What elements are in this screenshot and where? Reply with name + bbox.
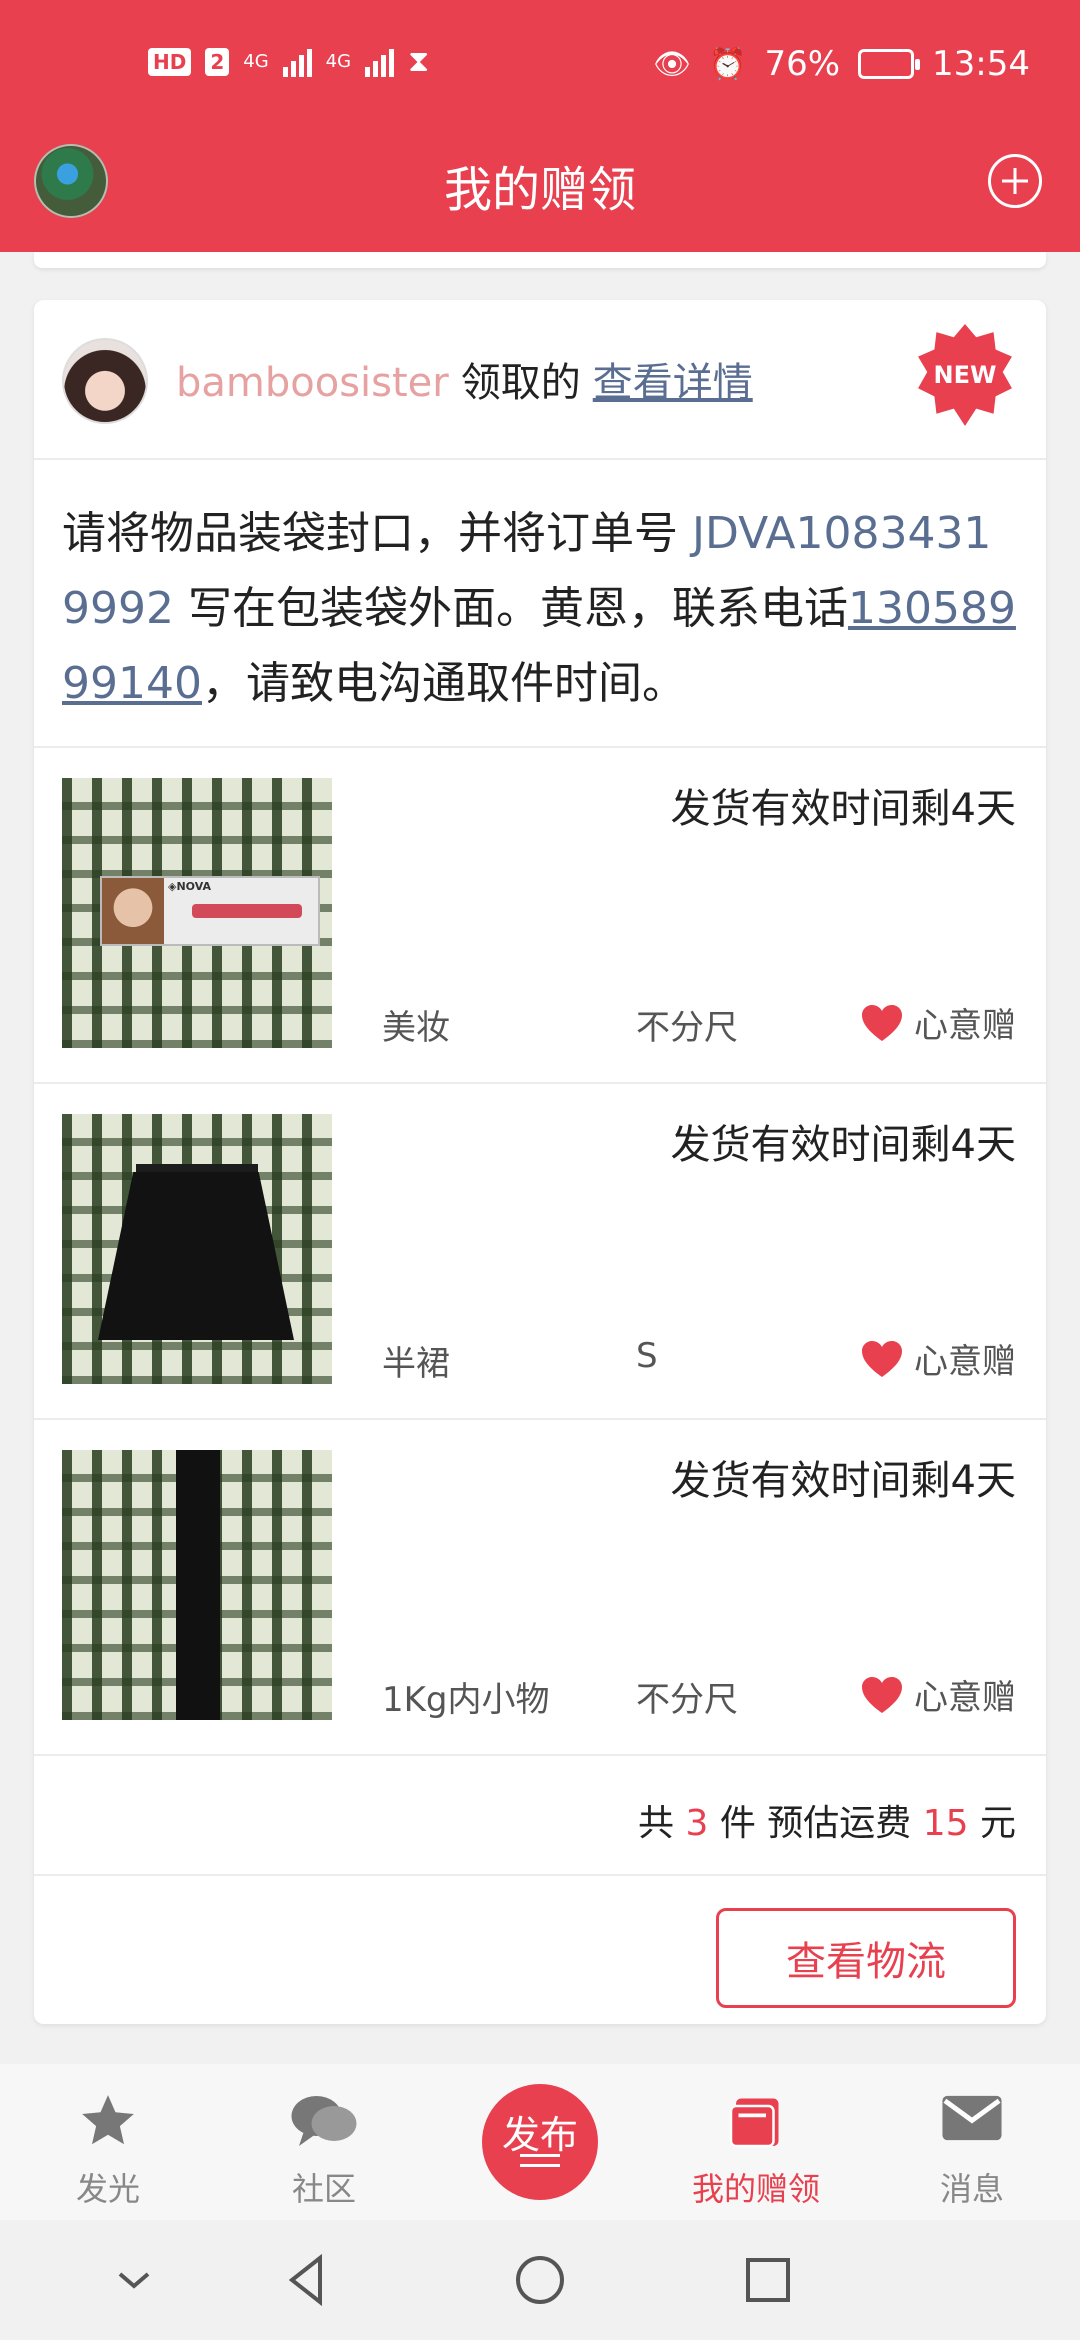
battery-percent: 76% bbox=[764, 44, 841, 84]
tab-community[interactable]: 社区 bbox=[244, 2064, 404, 2220]
bottom-tab-bar: 发光 社区 发布 我的赠领 消息 bbox=[0, 2064, 1080, 2220]
ship-deadline: 发货有效时间剩4天 bbox=[670, 786, 1016, 832]
star-icon bbox=[82, 2095, 134, 2145]
back-icon[interactable] bbox=[278, 2250, 338, 2310]
tab-my-gifts[interactable]: 我的赠领 bbox=[676, 2064, 836, 2220]
new-badge: NEW bbox=[918, 324, 1012, 426]
page-title: 我的赠领 bbox=[443, 162, 636, 218]
item-count: 3 bbox=[685, 1803, 709, 1844]
view-logistics-button[interactable]: 查看物流 bbox=[716, 1908, 1016, 2008]
previous-card-edge bbox=[34, 252, 1046, 268]
receive-action-label: 领取的 bbox=[460, 360, 581, 406]
hd-badge: HD bbox=[148, 47, 192, 76]
signal-icon bbox=[282, 47, 312, 77]
view-details-link[interactable]: 查看详情 bbox=[593, 360, 753, 406]
network-label-2: 4G bbox=[325, 51, 352, 72]
eye-icon: 👁 bbox=[652, 46, 692, 82]
sim-badge: 2 bbox=[205, 47, 230, 76]
publish-button[interactable]: 发布 bbox=[482, 2084, 598, 2200]
notice-text-2: 写在包装袋外面。黄恩，联系电话 bbox=[173, 583, 848, 634]
recents-icon[interactable] bbox=[738, 2250, 798, 2310]
receiver-username[interactable]: bamboosister bbox=[176, 360, 449, 406]
clock-time: 13:54 bbox=[932, 44, 1030, 84]
gift-type-label: 心意赠 bbox=[914, 1678, 1016, 1718]
ship-deadline: 发货有效时间剩4天 bbox=[670, 1458, 1016, 1504]
alarm-icon: ⏰ bbox=[709, 46, 747, 82]
item-size: 不分尺 bbox=[636, 1680, 738, 1720]
summary-prefix: 共 bbox=[637, 1803, 674, 1844]
app-header: HD 2 4G 4G ⧗ 👁 ⏰ 76% 13:54 我的赠领 bbox=[0, 0, 1080, 252]
notice-text-3: ，请致电沟通取件时间。 bbox=[201, 658, 686, 709]
notice-text-1: 请将物品装袋封口，并将订单号 bbox=[62, 508, 692, 559]
summary-mid: 件 预估运费 bbox=[719, 1803, 912, 1844]
home-icon[interactable] bbox=[510, 2250, 570, 2310]
tab-label: 消息 bbox=[939, 2170, 1004, 2208]
card-header: bamboosister 领取的 查看详情 NEW bbox=[34, 300, 1046, 460]
item-image-curling-iron[interactable]: ◈NOVA bbox=[62, 778, 332, 1048]
tab-label: 社区 bbox=[291, 2170, 356, 2208]
ship-deadline: 发货有效时间剩4天 bbox=[670, 1122, 1016, 1168]
publish-label: 发布 bbox=[501, 2113, 578, 2157]
order-summary: 共 3 件 预估运费 15 元 bbox=[34, 1758, 1046, 1876]
signal-icon-2 bbox=[365, 47, 395, 77]
gift-type-label: 心意赠 bbox=[914, 1006, 1016, 1046]
tab-messages[interactable]: 消息 bbox=[892, 2064, 1052, 2220]
gift-type: 心意赠 bbox=[860, 998, 1016, 1047]
network-label-1: 4G bbox=[243, 51, 269, 72]
heart-icon bbox=[862, 1676, 902, 1713]
publish-icon bbox=[520, 2154, 560, 2174]
summary-suffix: 元 bbox=[979, 1803, 1016, 1844]
gift-item[interactable]: 发货有效时间剩4天 1Kg内小物 不分尺 心意赠 bbox=[34, 1420, 1046, 1756]
chevron-down-icon[interactable] bbox=[104, 2250, 164, 2310]
system-nav-bar bbox=[0, 2220, 1080, 2340]
book-icon bbox=[729, 2098, 779, 2148]
battery-icon bbox=[858, 49, 921, 79]
card-footer: 查看物流 bbox=[34, 1878, 1046, 2024]
status-bar: HD 2 4G 4G ⧗ 👁 ⏰ 76% 13:54 bbox=[0, 38, 1080, 98]
shipping-notice: 请将物品装袋封口，并将订单号 JDVA10834319992 写在包装袋外面。黄… bbox=[62, 496, 1018, 721]
heart-icon bbox=[862, 1004, 902, 1041]
receiver-avatar[interactable] bbox=[62, 338, 148, 424]
item-category: 1Kg内小物 bbox=[382, 1680, 550, 1720]
add-icon[interactable] bbox=[988, 154, 1042, 208]
tab-label: 我的赠领 bbox=[691, 2170, 820, 2208]
tab-shine[interactable]: 发光 bbox=[28, 2064, 188, 2220]
item-image-strap[interactable] bbox=[62, 1450, 332, 1720]
mail-icon bbox=[942, 2095, 1002, 2141]
receiver-line: bamboosister 领取的 查看详情 bbox=[176, 350, 753, 408]
hourglass-icon: ⧗ bbox=[408, 44, 430, 79]
tab-label: 发光 bbox=[75, 2170, 140, 2208]
shipping-fee: 15 bbox=[922, 1803, 969, 1844]
chat-bubble-icon bbox=[291, 2096, 357, 2146]
item-size: 不分尺 bbox=[636, 1008, 738, 1048]
gift-item[interactable]: ◈NOVA 发货有效时间剩4天 美妆 不分尺 心意赠 bbox=[34, 748, 1046, 1084]
gift-type: 心意赠 bbox=[860, 1670, 1016, 1719]
item-category: 美妆 bbox=[382, 1008, 450, 1048]
